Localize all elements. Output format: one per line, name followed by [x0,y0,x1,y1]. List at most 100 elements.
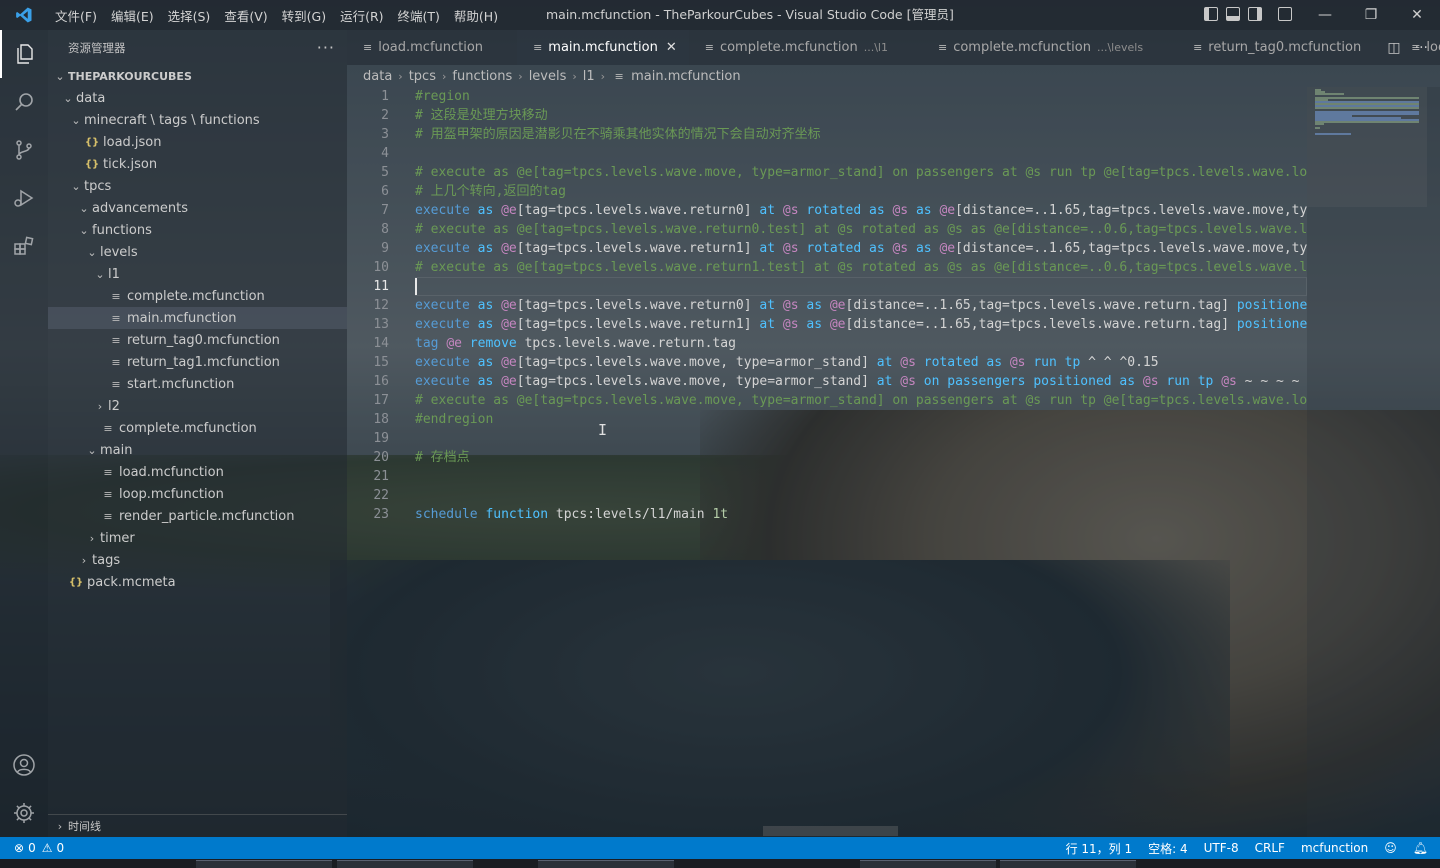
breadcrumb-item[interactable]: l1 [583,69,595,84]
code-editor[interactable]: 1 #region 2 # 这段是处理方块移动 3 # 用盔甲架的原因是潜影贝在不骑乘其他… [347,87,1307,837]
settings-gear-icon[interactable] [0,789,48,837]
menu-item[interactable]: 编辑(E) [104,6,161,25]
indentation[interactable]: 空格: 4 [1148,840,1188,857]
tree-folder[interactable]: ⌄ advancements [48,197,347,219]
tree-file[interactable]: ≡ complete.mcfunction [48,417,347,439]
tree-folder[interactable]: ⌄ levels [48,241,347,263]
tree-folder[interactable]: › l2 [48,395,347,417]
code-token: run tp [1158,374,1222,389]
tree-folder[interactable]: ⌄ l1 [48,263,347,285]
breadcrumb-item[interactable]: main.mcfunction [631,69,741,84]
tree-file[interactable]: {} tick.json [48,153,347,175]
code-token: @e [501,203,517,218]
explorer-icon[interactable] [0,30,48,78]
close-tab-icon[interactable]: ✕ [666,40,677,55]
tree-file[interactable]: {} load.json [48,131,347,153]
editor-tab[interactable]: ≡ complete.mcfunction ...\l1 [689,30,922,65]
taskbar-button[interactable] [337,860,473,868]
breadcrumb-item[interactable]: functions [452,69,512,84]
toggle-secondary-sidebar-icon[interactable] [1248,7,1262,21]
code-token: @s [782,298,799,313]
tree-folder[interactable]: ⌄ functions [48,219,347,241]
account-icon[interactable] [0,741,48,789]
taskbar-button[interactable] [1000,860,1136,868]
breadcrumb-item[interactable]: data [363,69,392,84]
minimize-button[interactable]: — [1302,0,1348,30]
run-debug-icon[interactable] [0,174,48,222]
editor-tab[interactable]: ≡ complete.mcfunction ...\levels [922,30,1177,65]
tree-folder[interactable]: ⌄ tpcs [48,175,347,197]
more-actions-icon[interactable]: ··· [1415,40,1428,56]
editor-tab[interactable]: ≡ load.mcfunction [347,30,517,65]
code-token: @s [892,241,909,256]
encoding[interactable]: UTF-8 [1204,841,1239,855]
taskbar-button[interactable] [860,860,996,868]
tree-file[interactable]: ≡ main.mcfunction [48,307,347,329]
toggle-primary-sidebar-icon[interactable] [1204,7,1218,21]
line-number: 18 [373,412,389,427]
editor-tab[interactable]: ≡ main.mcfunction ✕ [517,30,689,65]
timeline-section[interactable]: › 时间线 [48,814,347,837]
code-line: 15 execute as @e[tag=tpcs.levels.wave.mov… [347,353,1307,372]
chevron-right-icon: › [398,69,403,83]
feedback-icon[interactable]: ☺ [1384,841,1397,855]
code-token: @e [939,203,956,218]
close-window-button[interactable]: ✕ [1394,0,1440,30]
menu-item[interactable]: 帮助(H) [447,6,505,25]
tree-file[interactable]: ≡ return_tag0.mcfunction [48,329,347,351]
code-token: remove [461,336,525,351]
extensions-icon[interactable] [0,222,48,270]
tree-folder[interactable]: ⌄ data [48,87,347,109]
code-token: @e [501,374,517,389]
code-line: 14 tag @e remove tpcs.levels.wave.return.… [347,334,1307,353]
code-token: @s [782,241,799,256]
code-token: [tag=tpcs.levels.wave.move, type=armor_s… [516,355,869,370]
tree-file[interactable]: ≡ complete.mcfunction [48,285,347,307]
taskbar-button[interactable] [538,860,674,868]
notifications-bell-icon[interactable]: 🔔︎ [1413,841,1428,855]
problems-indicator[interactable]: ⊗ 0 ⚠ 0 [0,841,64,855]
language-mode[interactable]: mcfunction [1301,841,1368,855]
taskbar-button[interactable] [196,860,332,868]
toggle-panel-icon[interactable] [1226,7,1240,21]
menu-item[interactable]: 查看(V) [217,6,274,25]
tree-file[interactable]: ≡ return_tag1.mcfunction [48,351,347,373]
cursor-position[interactable]: 行 11，列 1 [1066,840,1133,857]
tree-folder[interactable]: ⌄ minecraft \ tags \ functions [48,109,347,131]
code-token: positioned [1229,298,1307,313]
customize-layout-icon[interactable] [1278,7,1292,21]
tree-file[interactable]: ≡ load.mcfunction [48,461,347,483]
chevron-down-icon: ⌄ [95,267,105,281]
breadcrumb-item[interactable]: tpcs [409,69,436,84]
tree-folder[interactable]: › timer [48,527,347,549]
menu-item[interactable]: 文件(F) [48,6,104,25]
horizontal-scrollbar[interactable] [763,826,898,836]
more-actions-icon[interactable]: ··· [317,38,335,57]
code-line: 4 [347,144,1307,163]
source-control-icon[interactable] [0,126,48,174]
tree-folder[interactable]: ⌄ main [48,439,347,461]
line-number: 5 [381,165,389,180]
workspace-root[interactable]: ⌄ THEPARKOURCUBES [48,65,347,87]
code-text: #endregion [415,410,1307,429]
tree-file[interactable]: {} pack.mcmeta [48,571,347,593]
menu-item[interactable]: 转到(G) [275,6,333,25]
search-icon[interactable] [0,78,48,126]
menu-item[interactable]: 终端(T) [391,6,447,25]
end-of-line[interactable]: CRLF [1255,841,1285,855]
minimap[interactable] [1307,87,1440,837]
code-token: ^ ^ ^0.15 [1088,355,1159,370]
tree-file[interactable]: ≡ start.mcfunction [48,373,347,395]
file-lines-icon: ≡ [704,41,714,54]
menu-item[interactable]: 选择(S) [161,6,218,25]
tree-file[interactable]: ≡ render_particle.mcfunction [48,505,347,527]
tree-folder[interactable]: › tags [48,549,347,571]
split-editor-icon[interactable]: ◫ [1387,40,1400,56]
restore-button[interactable]: ❐ [1348,0,1394,30]
code-token: [tag=tpcs.levels.wave.return1] [516,317,752,332]
code-text: schedule function tpcs:levels/l1/main 1t [415,505,1307,524]
breadcrumb-item[interactable]: levels [529,69,567,84]
menu-item[interactable]: 运行(R) [333,6,390,25]
tree-file[interactable]: ≡ loop.mcfunction [48,483,347,505]
editor-tab[interactable]: ≡ return_tag0.mcfunction [1177,30,1395,65]
